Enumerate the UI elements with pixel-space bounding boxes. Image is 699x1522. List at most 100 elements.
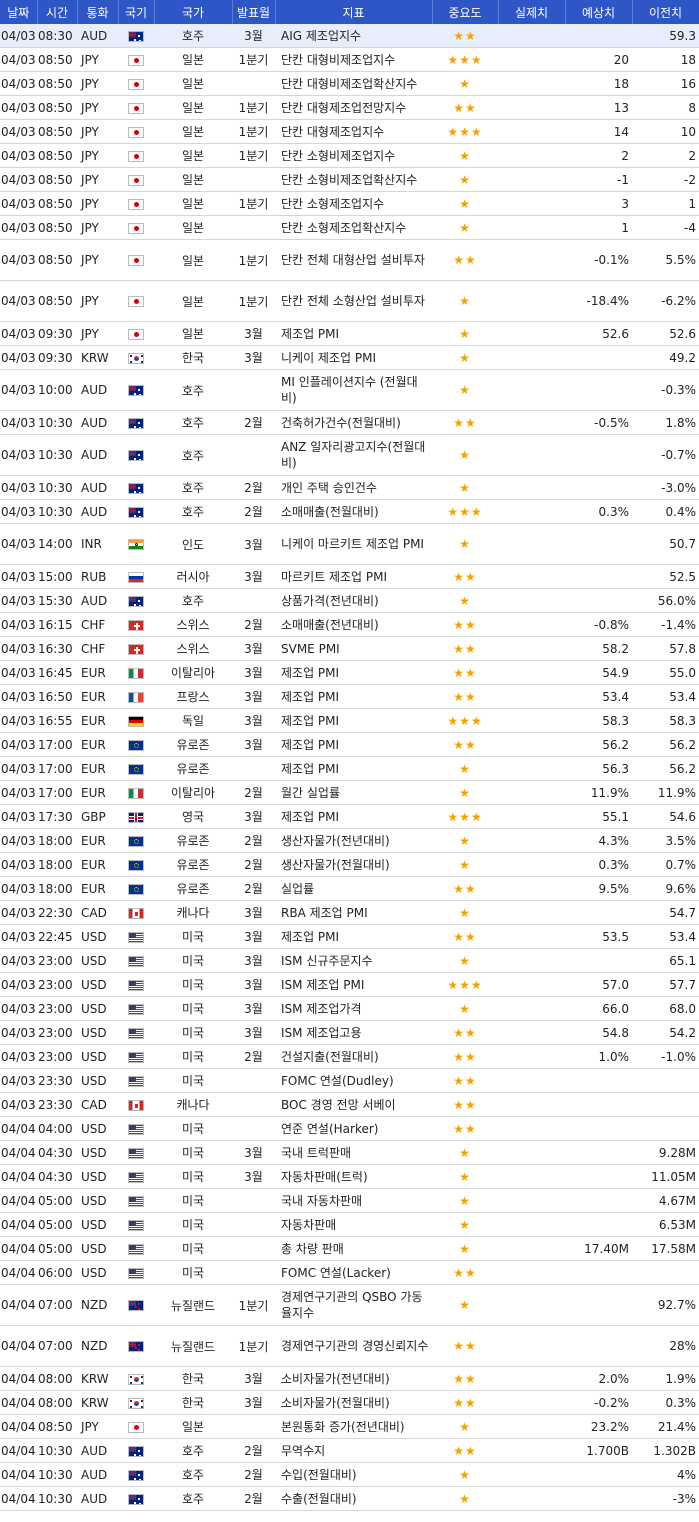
flag-cell [118,1116,154,1141]
actual-cell [498,900,565,925]
currency-cell: JPY [77,321,118,346]
previous-cell: 68.0 [632,996,699,1021]
header-importance[interactable]: 중요도 [432,0,499,24]
table-row[interactable]: 04/03 08:50 JPY 일본 1분기 단칸 대형제조업전망지수 ★★ 13 8 [0,95,699,120]
header-actual[interactable]: 실제치 [498,0,566,24]
previous-cell [632,1116,699,1141]
time-cell: 08:50 [37,143,77,168]
table-row[interactable]: 04/03 08:50 JPY 일본 1분기 단칸 전체 소형산업 설비투자 ★ -18.4%… [0,280,699,322]
table-row[interactable]: 04/03 08:50 JPY 일본 1분기 단칸 소형제조업지수 ★ 3 1 [0,191,699,216]
table-row[interactable]: 04/03 10:30 AUD 호주 2월 소매매출(전월대비) ★★★ 0.3% 0.4% [0,499,699,524]
table-row[interactable]: 04/04 05:00 USD 미국 국내 자동차판매 ★ 4.67M [0,1188,699,1213]
table-row[interactable]: 04/03 18:00 EUR 유로존 2월 실업률 ★★ 9.5% 9.6% [0,876,699,901]
date-cell: 04/03 [0,24,37,48]
actual-cell [498,780,565,805]
table-row[interactable]: 04/04 08:00 KRW 한국 3월 소비자물가(전년대비) ★★ 2.0% 1.9% [0,1366,699,1391]
table-row[interactable]: 04/03 10:00 AUD 호주 MI 인플레이션지수 (전월대비) ★ -0.3% [0,369,699,411]
header-indicator[interactable]: 지표 [275,0,433,24]
time-cell: 18:00 [37,852,77,877]
importance-cell: ★★ [432,1068,498,1093]
table-row[interactable]: 04/03 17:00 EUR 유로존 제조업 PMI ★ 56.3 56.2 [0,756,699,781]
table-row[interactable]: 04/03 23:00 USD 미국 3월 ISM 제조업 PMI ★★★ 57.0 57.7 [0,972,699,997]
indicator-cell: ISM 제조업가격 [275,996,432,1021]
previous-cell: -3% [632,1486,699,1511]
table-row[interactable]: 04/03 10:30 AUD 호주 ANZ 일자리광고지수(전월대비) ★ -0.7% [0,434,699,476]
date-cell: 04/03 [0,410,37,435]
importance-stars-icon: ★ [459,905,471,920]
table-row[interactable]: 04/03 08:50 JPY 일본 1분기 단칸 소형비제조업지수 ★ 2 2 [0,143,699,168]
table-row[interactable]: 04/03 18:00 EUR 유로존 2월 생산자물가(전월대비) ★ 0.3% 0.7% [0,852,699,877]
flag-cell [118,1325,154,1367]
table-row[interactable]: 04/03 22:30 CAD 캐나다 3월 RBA 제조업 PMI ★ 54.7 [0,900,699,925]
time-cell: 08:50 [37,167,77,192]
table-row[interactable]: 04/03 17:00 EUR 이탈리아 2월 월간 실업률 ★ 11.9% 11.9% [0,780,699,805]
header-date[interactable]: 날짜 [0,0,38,24]
indicator-cell: ANZ 일자리광고지수(전월대비) [275,434,432,476]
table-row[interactable]: 04/03 10:30 AUD 호주 2월 건축허가건수(전월대비) ★★ -0.5% 1.8% [0,410,699,435]
table-row[interactable]: 04/04 07:00 NZD 뉴질랜드 1분기 경제연구기관의 경영신뢰지수 ★★ 28% [0,1325,699,1367]
table-row[interactable]: 04/03 23:00 USD 미국 3월 ISM 제조업가격 ★ 66.0 68.0 [0,996,699,1021]
header-forecast[interactable]: 예상치 [565,0,633,24]
table-row[interactable]: 04/04 04:30 USD 미국 3월 국내 트럭판매 ★ 9.28M [0,1140,699,1165]
table-row[interactable]: 04/04 10:30 AUD 호주 2월 수입(전월대비) ★ 4% [0,1462,699,1487]
table-row[interactable]: 04/03 23:30 USD 미국 FOMC 연설(Dudley) ★★ [0,1068,699,1093]
country-cell: 일본 [154,47,232,72]
table-row[interactable]: 04/03 08:50 JPY 일본 단칸 대형비제조업확산지수 ★ 18 16 [0,71,699,96]
table-row[interactable]: 04/03 23:30 CAD 캐나다 BOC 경영 전망 서베이 ★★ [0,1092,699,1117]
time-cell: 08:00 [37,1390,77,1415]
table-row[interactable]: 04/03 17:00 EUR 유로존 3월 제조업 PMI ★★ 56.2 56.2 [0,732,699,757]
table-row[interactable]: 04/03 17:30 GBP 영국 3월 제조업 PMI ★★★ 55.1 54.6 [0,804,699,829]
table-row[interactable]: 04/04 04:30 USD 미국 3월 자동차판매(트럭) ★ 11.05M [0,1164,699,1189]
table-row[interactable]: 04/03 10:30 AUD 호주 2월 개인 주택 승인건수 ★ -3.0% [0,475,699,500]
table-row[interactable]: 04/03 16:30 CHF 스위스 3월 SVME PMI ★★ 58.2 57.8 [0,636,699,661]
table-row[interactable]: 04/04 04:00 USD 미국 연준 연설(Harker) ★★ [0,1116,699,1141]
forecast-cell: 66.0 [565,996,632,1021]
table-row[interactable]: 04/03 08:50 JPY 일본 1분기 단칸 대형제조업지수 ★★★ 14 10 [0,119,699,144]
table-row[interactable]: 04/04 10:30 AUD 호주 2월 수출(전월대비) ★ -3% [0,1486,699,1511]
table-row[interactable]: 04/03 18:00 EUR 유로존 2월 생산자물가(전년대비) ★ 4.3% 3.5% [0,828,699,853]
table-row[interactable]: 04/03 16:45 EUR 이탈리아 3월 제조업 PMI ★★ 54.9 55.0 [0,660,699,685]
table-row[interactable]: 04/03 09:30 KRW 한국 3월 니케이 제조업 PMI ★ 49.2 [0,345,699,370]
table-row[interactable]: 04/03 08:50 JPY 일본 1분기 단칸 전체 대형산업 설비투자 ★★ -0.1%… [0,239,699,281]
flag-cell [118,996,154,1021]
table-row[interactable]: 04/04 05:00 USD 미국 자동차판매 ★ 6.53M [0,1212,699,1237]
table-row[interactable]: 04/04 10:30 AUD 호주 2월 무역수지 ★★ 1.700B 1.302B [0,1438,699,1463]
currency-cell: AUD [77,499,118,524]
actual-cell [498,215,565,240]
table-row[interactable]: 04/03 23:00 USD 미국 3월 ISM 제조업고용 ★★ 54.8 54.2 [0,1020,699,1045]
table-row[interactable]: 04/03 23:00 USD 미국 2월 건설지출(전월대비) ★★ 1.0% -1.0% [0,1044,699,1069]
table-row[interactable]: 04/03 16:50 EUR 프랑스 3월 제조업 PMI ★★ 53.4 53.4 [0,684,699,709]
table-row[interactable]: 04/03 14:00 INR 인도 3월 니케이 마르키트 제조업 PMI ★ 50.7 [0,523,699,565]
table-row[interactable]: 04/04 07:00 NZD 뉴질랜드 1분기 경제연구기관의 QSBO 가동율지수 ★ 9… [0,1284,699,1326]
table-row[interactable]: 04/03 15:30 AUD 호주 상품가격(전년대비) ★ 56.0% [0,588,699,613]
indicator-cell: 생산자물가(전월대비) [275,852,432,877]
period-cell: 3월 [232,24,275,48]
header-time[interactable]: 시간 [37,0,78,24]
jp-flag-icon [128,198,144,210]
table-row[interactable]: 04/03 22:45 USD 미국 3월 제조업 PMI ★★ 53.5 53.4 [0,924,699,949]
forecast-cell [565,345,632,370]
header-flag[interactable]: 국기 [118,0,155,24]
header-period[interactable]: 발표월 [232,0,276,24]
importance-stars-icon: ★ [459,448,471,462]
table-row[interactable]: 04/03 08:30 AUD 호주 3월 AIG 제조업지수 ★★ 59.3 [0,24,699,48]
header-previous[interactable]: 이전치 [632,0,699,24]
table-row[interactable]: 04/03 16:15 CHF 스위스 2월 소매매출(전년대비) ★★ -0.8% -1.4% [0,612,699,637]
table-row[interactable]: 04/03 16:55 EUR 독일 3월 제조업 PMI ★★★ 58.3 58.3 [0,708,699,733]
header-currency[interactable]: 통화 [77,0,119,24]
time-cell: 10:30 [37,499,77,524]
table-row[interactable]: 04/03 08:50 JPY 일본 단칸 소형비제조업확산지수 ★ -1 -2 [0,167,699,192]
table-row[interactable]: 04/04 05:00 USD 미국 총 차량 판매 ★ 17.40M 17.58M [0,1236,699,1261]
table-row[interactable]: 04/03 08:50 JPY 일본 단칸 소형제조업확산지수 ★ 1 -4 [0,215,699,240]
actual-cell [498,852,565,877]
country-cell: 미국 [154,1044,232,1069]
table-row[interactable]: 04/04 06:00 USD 미국 FOMC 연설(Lacker) ★★ [0,1260,699,1285]
table-row[interactable]: 04/04 08:00 KRW 한국 3월 소비자물가(전월대비) ★★ -0.2% 0.3% [0,1390,699,1415]
table-row[interactable]: 04/03 08:50 JPY 일본 1분기 단칸 대형비제조업지수 ★★★ 20 18 [0,47,699,72]
table-row[interactable]: 04/03 09:30 JPY 일본 3월 제조업 PMI ★ 52.6 52.6 [0,321,699,346]
time-cell: 10:30 [37,475,77,500]
table-row[interactable]: 04/03 23:00 USD 미국 3월 ISM 신규주문지수 ★ 65.1 [0,948,699,973]
table-row[interactable]: 04/03 15:00 RUB 러시아 3월 마르키트 제조업 PMI ★★ 52.5 [0,564,699,589]
header-country[interactable]: 국가 [154,0,233,24]
table-row[interactable]: 04/04 08:50 JPY 일본 본원통화 증가(전년대비) ★ 23.2% 21.4% [0,1414,699,1439]
